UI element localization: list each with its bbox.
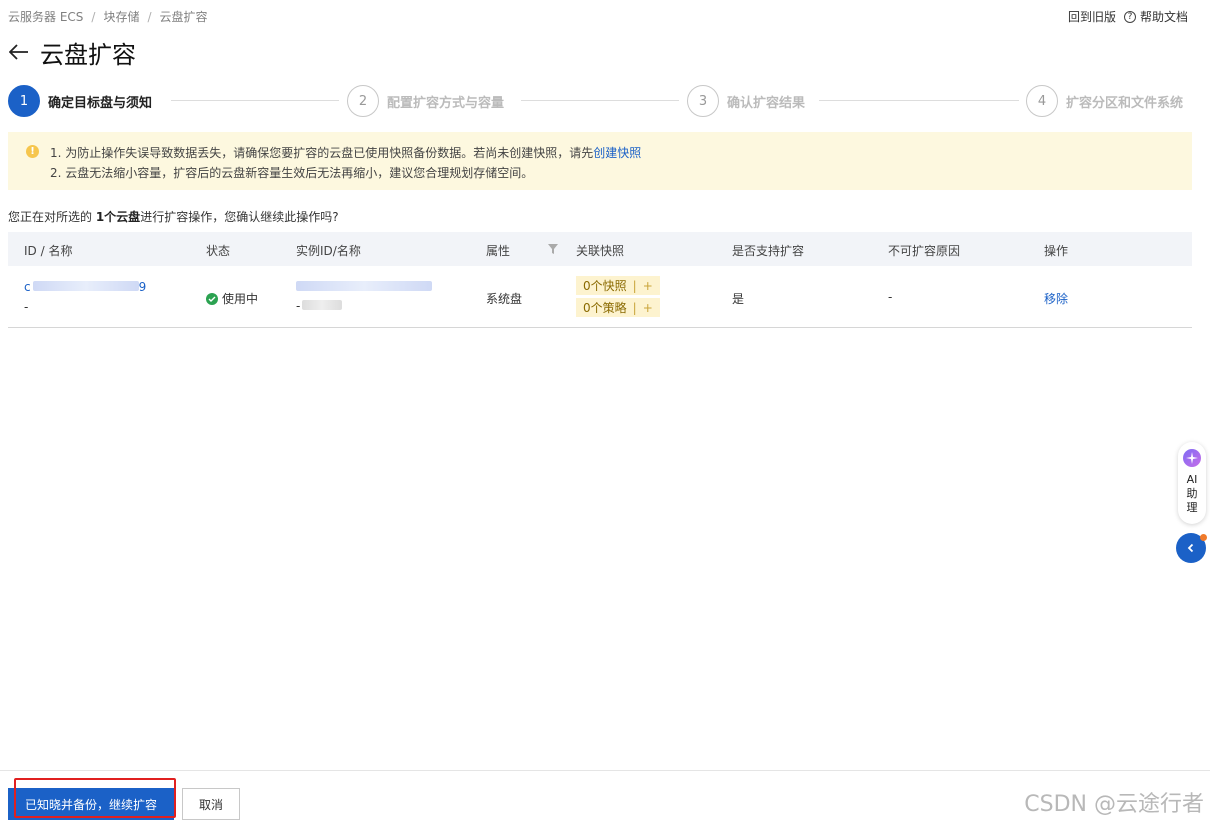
steps-indicator: 1 确定目标盘与须知 2 配置扩容方式与容量 3 确认扩容结果 4 扩容分区和文… — [8, 85, 1194, 117]
col-instance: 实例ID/名称 — [296, 244, 361, 258]
instance-name-prefix: - — [296, 299, 301, 313]
step-label: 确认扩容结果 — [727, 95, 806, 111]
cancel-button[interactable]: 取消 — [182, 788, 240, 820]
col-id-name: ID / 名称 — [24, 244, 73, 258]
help-docs-label: 帮助文档 — [1139, 10, 1188, 24]
instance-name: - — [296, 299, 343, 313]
status-badge: 使用中 — [206, 290, 258, 307]
step-number: 3 — [687, 85, 719, 117]
snapshot-tag: 0个快照 | + — [576, 276, 660, 295]
add-policy-plus-icon[interactable]: + — [643, 301, 653, 315]
step-label: 扩容分区和文件系统 — [1066, 95, 1184, 111]
step-connector — [819, 100, 1019, 101]
page-header: 云盘扩容 — [8, 36, 136, 69]
step-number: 4 — [1026, 85, 1058, 117]
step-label: 配置扩容方式与容量 — [387, 95, 505, 111]
disk-id-link[interactable]: c9 — [24, 280, 146, 294]
old-version-link[interactable]: 回到旧版 — [1068, 8, 1116, 25]
breadcrumb: 云服务器 ECS / 块存储 / 云盘扩容 — [8, 8, 208, 25]
disk-attribute: 系统盘 — [486, 292, 523, 306]
ai-label-1: AI — [1186, 473, 1198, 486]
ai-label-3: 理 — [1186, 501, 1198, 514]
col-status: 状态 — [206, 244, 231, 258]
status-text: 使用中 — [222, 292, 259, 306]
remove-link[interactable]: 移除 — [1044, 290, 1068, 307]
step-number: 2 — [347, 85, 379, 117]
step-1: 1 确定目标盘与须知 — [8, 85, 152, 117]
confirm-message: 您正在对所选的 1个云盘进行扩容操作，您确认继续此操作吗? — [8, 208, 339, 225]
col-expandable: 是否支持扩容 — [732, 244, 805, 258]
check-circle-icon — [206, 292, 218, 305]
alert-line-1: 1. 为防止操作失误导致数据丢失，请确保您要扩容的云盘已使用快照备份数据。若尚未… — [50, 144, 641, 161]
disk-count: 1个云盘 — [95, 210, 141, 224]
disk-name: - — [24, 300, 29, 314]
disk-id-prefix: c — [24, 280, 31, 294]
snapshot-count-link[interactable]: 0个快照 — [583, 277, 627, 294]
ai-assistant-button[interactable]: AI 助 理 — [1178, 442, 1206, 524]
help-docs-link[interactable]: ? 帮助文档 — [1123, 8, 1188, 25]
step-label: 确定目标盘与须知 — [48, 95, 153, 111]
tag-divider: | — [632, 300, 637, 315]
alert-line-2: 2. 云盘无法缩小容量，扩容后的云盘新容量生效后无法再缩小，建议您合理规划存储空… — [50, 166, 534, 180]
step-number: 1 — [8, 85, 40, 117]
back-arrow-icon[interactable] — [8, 41, 30, 63]
policy-tag: 0个策略 | + — [576, 298, 660, 317]
table-row: c9 - 使用中 - 系统盘 0个快照 | + 0个策略 | + 是 - 移除 — [8, 266, 1192, 328]
collapse-panel-button[interactable] — [1176, 533, 1207, 563]
chevron-left-icon — [1187, 543, 1194, 553]
question-circle-icon: ? — [1123, 10, 1136, 23]
policy-count-link[interactable]: 0个策略 — [583, 299, 627, 316]
col-snapshot: 关联快照 — [576, 244, 625, 258]
disk-table: ID / 名称 状态 实例ID/名称 属性 关联快照 是否支持扩容 不可扩容原因… — [8, 232, 1192, 328]
top-bar: 云服务器 ECS / 块存储 / 云盘扩容 回到旧版 ? 帮助文档 — [0, 0, 1210, 30]
step-2: 2 配置扩容方式与容量 — [347, 85, 504, 117]
redacted-instance-id — [296, 281, 432, 291]
redacted-disk-id — [32, 281, 139, 291]
step-4: 4 扩容分区和文件系统 — [1026, 85, 1183, 117]
footer-divider — [0, 770, 1210, 771]
breadcrumb-block-storage[interactable]: 块存储 — [103, 10, 139, 24]
reason-value: - — [888, 290, 893, 304]
col-action: 操作 — [1044, 244, 1069, 258]
ai-label-2: 助 — [1186, 487, 1198, 500]
top-links: 回到旧版 ? 帮助文档 — [1068, 8, 1188, 25]
notification-dot — [1200, 534, 1207, 541]
alert-text-1: 1. 为防止操作失误导致数据丢失，请确保您要扩容的云盘已使用快照备份数据。若尚未… — [50, 146, 594, 160]
tag-divider: | — [632, 278, 637, 293]
breadcrumb-disk-resize: 云盘扩容 — [159, 10, 208, 24]
redacted-instance-name — [302, 300, 343, 310]
step-3: 3 确认扩容结果 — [687, 85, 805, 117]
warning-alert: ! 1. 为防止操作失误导致数据丢失，请确保您要扩容的云盘已使用快照备份数据。若… — [8, 132, 1192, 190]
step-connector — [171, 100, 339, 101]
disk-id-suffix: 9 — [138, 280, 147, 294]
filter-icon[interactable] — [548, 244, 558, 254]
confirm-suffix: 进行扩容操作，您确认继续此操作吗? — [140, 210, 339, 224]
breadcrumb-ecs[interactable]: 云服务器 ECS — [8, 10, 83, 24]
step-connector — [521, 100, 679, 101]
instance-id-link[interactable] — [296, 280, 432, 294]
ai-sparkle-icon — [1183, 449, 1201, 467]
page-title: 云盘扩容 — [40, 40, 136, 69]
add-snapshot-plus-icon[interactable]: + — [643, 279, 653, 293]
create-snapshot-link[interactable]: 创建快照 — [593, 146, 641, 160]
warning-icon: ! — [26, 145, 39, 158]
col-reason: 不可扩容原因 — [888, 244, 961, 258]
table-header: ID / 名称 状态 实例ID/名称 属性 关联快照 是否支持扩容 不可扩容原因… — [8, 232, 1192, 266]
breadcrumb-separator: / — [91, 10, 96, 24]
confirm-prefix: 您正在对所选的 — [8, 210, 96, 224]
confirm-continue-button[interactable]: 已知晓并备份，继续扩容 — [8, 788, 174, 820]
watermark: CSDN @云途行者 — [1024, 792, 1204, 817]
expandable-value: 是 — [732, 292, 745, 306]
col-attribute: 属性 — [486, 244, 511, 258]
breadcrumb-separator: / — [147, 10, 152, 24]
